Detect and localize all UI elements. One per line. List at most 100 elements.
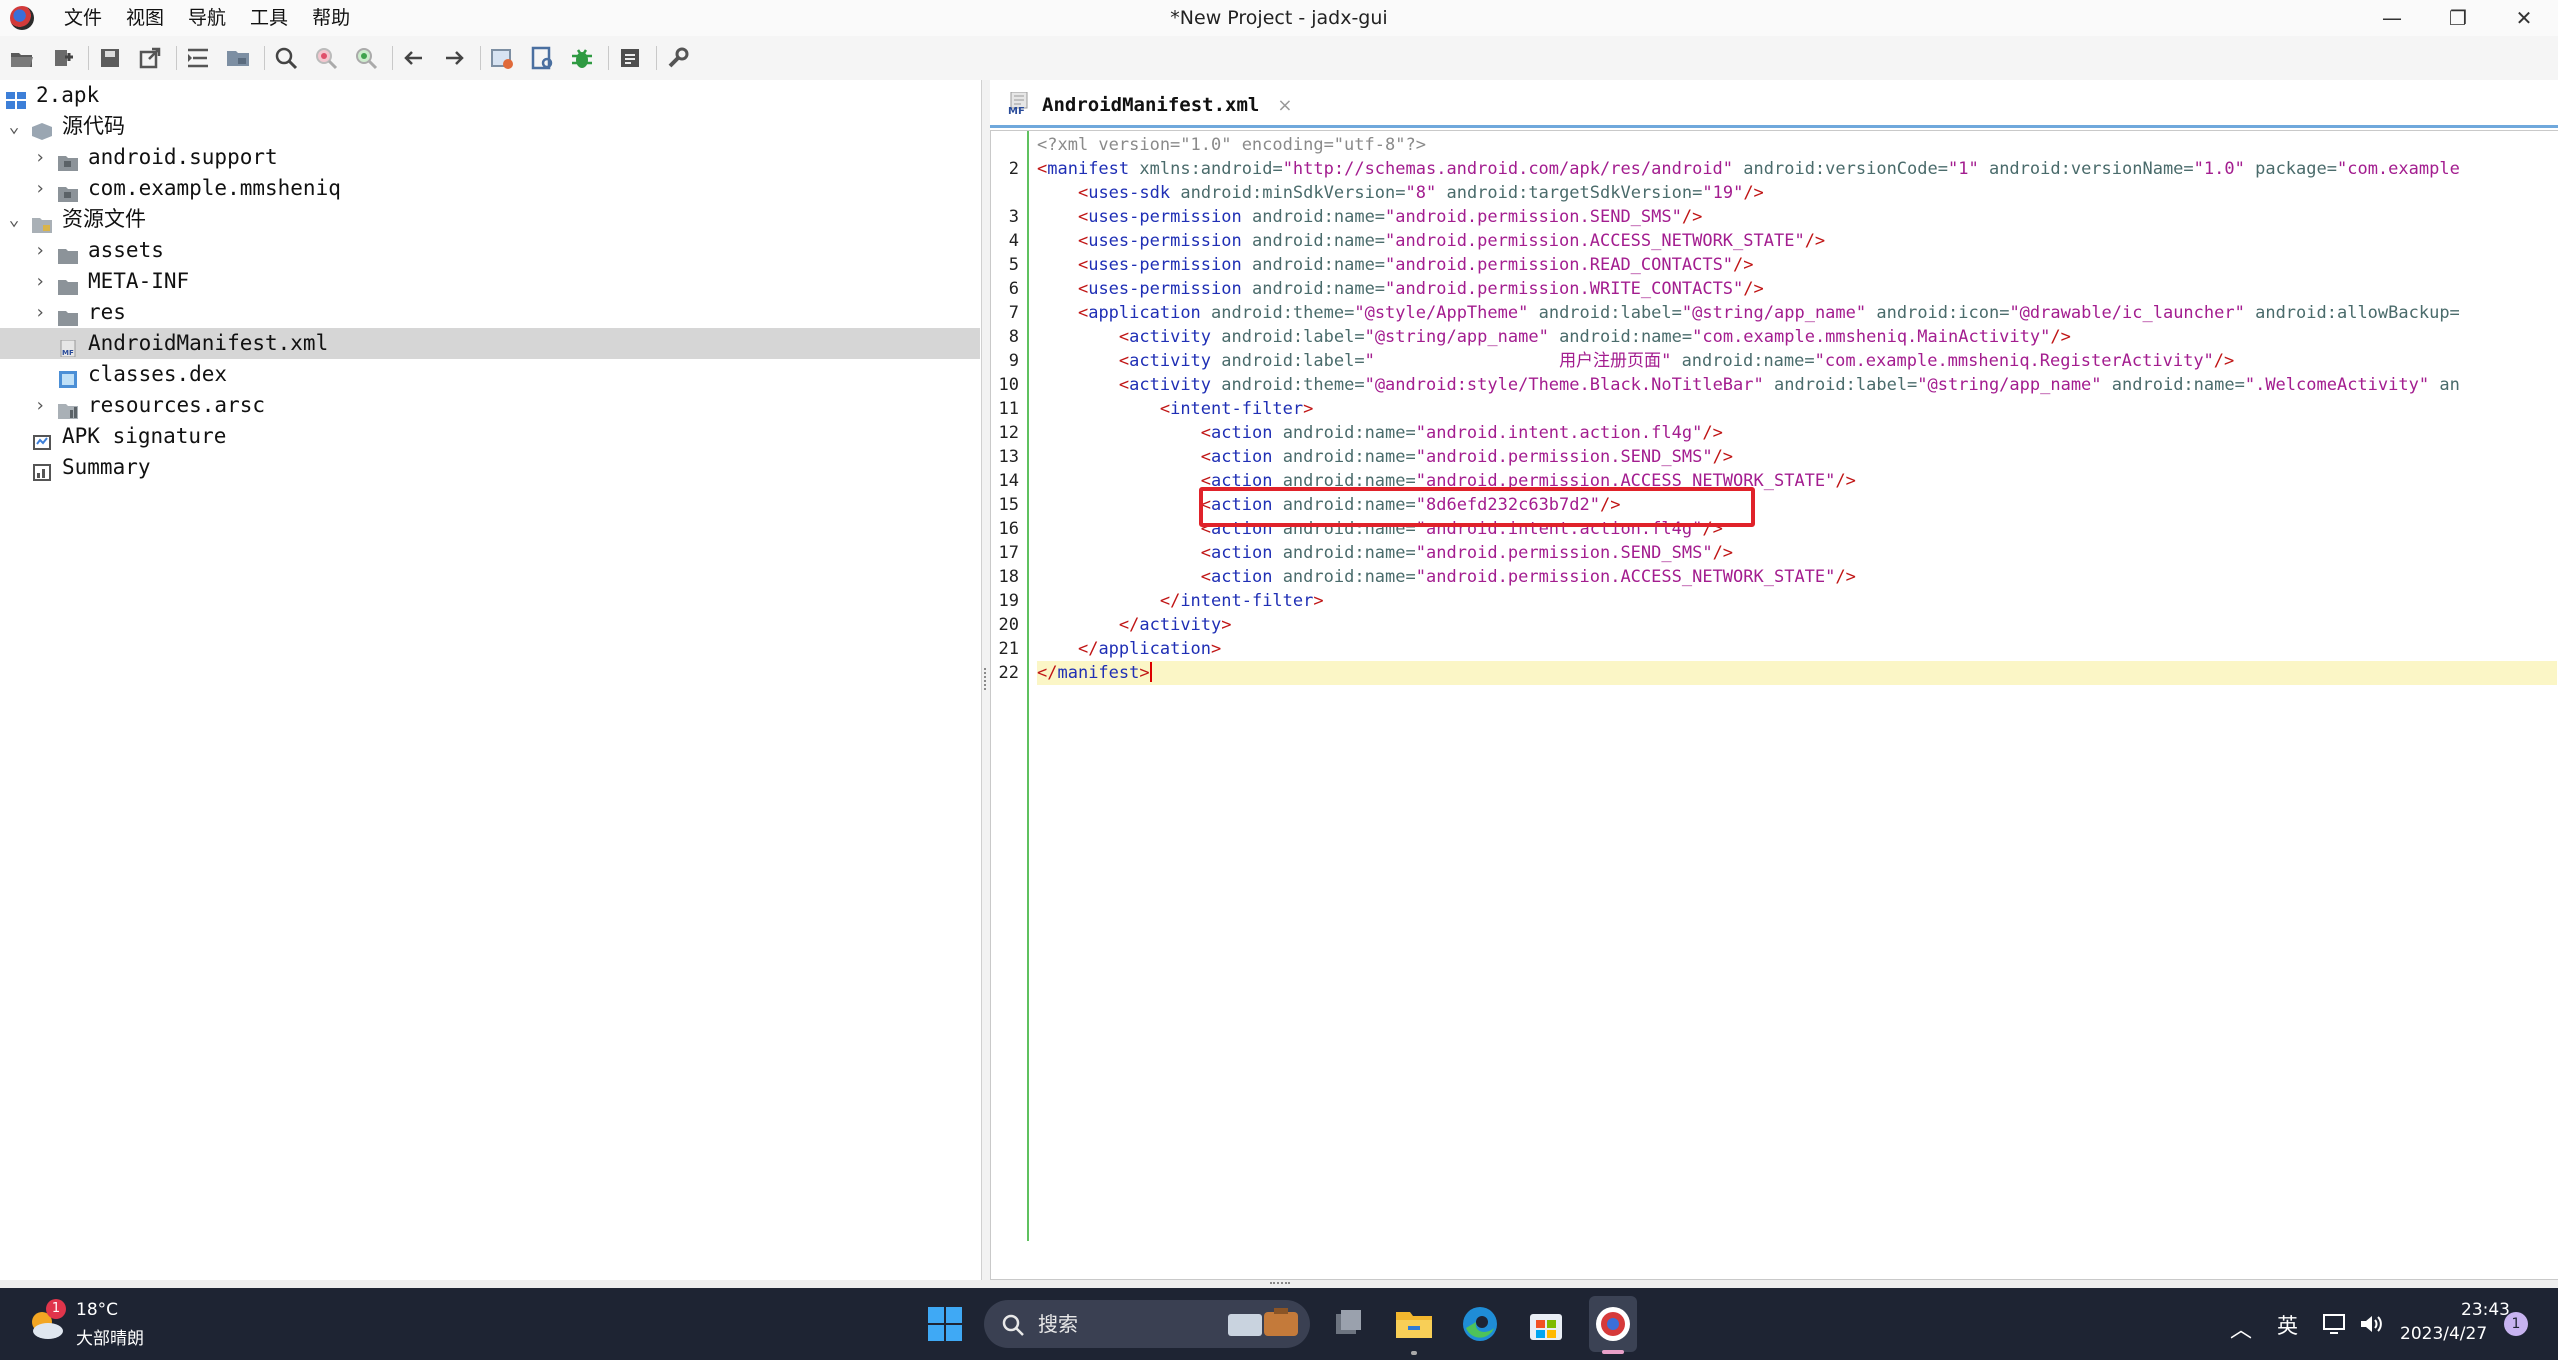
code-line: <activity android:label="@string/app_nam… bbox=[1118, 327, 2071, 347]
xml-value: "@drawable/ic_launcher" bbox=[2009, 303, 2245, 323]
tree-node-manifest[interactable]: MF AndroidManifest.xml bbox=[0, 328, 980, 359]
tree-node-folder[interactable]: › META-INF bbox=[0, 266, 980, 297]
xml-value: "android.permission.ACCESS_NETWORK_STATE… bbox=[1415, 471, 1836, 491]
search-usage-icon[interactable] bbox=[352, 44, 380, 72]
log-viewer-icon[interactable] bbox=[616, 44, 644, 72]
debugger-icon[interactable] bbox=[568, 44, 596, 72]
weather-badge: 1 bbox=[46, 1299, 66, 1319]
tree-label-package: com.example.mmsheniq bbox=[88, 176, 341, 200]
store-icon[interactable] bbox=[1526, 1304, 1566, 1344]
menu-view[interactable]: 视图 bbox=[114, 0, 176, 36]
xml-tag: action bbox=[1211, 567, 1273, 587]
menu-navigation[interactable]: 导航 bbox=[176, 0, 238, 36]
search-icon[interactable] bbox=[272, 44, 300, 72]
tree-node-signature[interactable]: APK signature bbox=[0, 421, 980, 452]
tree-node-source[interactable]: ⌄ 源代码 bbox=[0, 111, 980, 142]
decompile-all-icon[interactable] bbox=[488, 44, 516, 72]
code-editor[interactable]: 2 3 4 5 6 7 8 9 10 11 12 13 14 15 16 17 … bbox=[990, 130, 2558, 1329]
chevron-right-icon[interactable]: › bbox=[30, 266, 50, 297]
search-highlight-icon bbox=[1226, 1308, 1302, 1340]
clock-date[interactable]: 2023/4/27 bbox=[2400, 1324, 2487, 1344]
xml-value: "8" bbox=[1405, 183, 1437, 203]
xml-attr: android:label= bbox=[1538, 303, 1682, 323]
chevron-right-icon[interactable]: › bbox=[30, 390, 50, 421]
menu-file[interactable]: 文件 bbox=[52, 0, 114, 36]
line-number: 16 bbox=[998, 519, 1019, 539]
jadx-app-icon[interactable] bbox=[10, 6, 34, 30]
close-tab-icon[interactable]: × bbox=[1277, 95, 1292, 116]
weather-temperature[interactable]: 18°C bbox=[76, 1300, 118, 1320]
xml-attr: android:label= bbox=[1774, 375, 1918, 395]
export-icon[interactable] bbox=[136, 44, 164, 72]
open-file-icon[interactable] bbox=[8, 44, 36, 72]
close-window-button[interactable]: ✕ bbox=[2494, 0, 2554, 36]
minimize-button[interactable]: — bbox=[2362, 0, 2422, 36]
back-icon[interactable] bbox=[400, 44, 428, 72]
edge-browser-icon[interactable] bbox=[1460, 1304, 1500, 1344]
chevron-right-icon[interactable]: › bbox=[30, 173, 50, 204]
code-line: <action android:name="android.permission… bbox=[1200, 543, 1734, 563]
xml-tag: activity bbox=[1129, 351, 1212, 371]
xml-value: "android.intent.action.fl4g" bbox=[1415, 519, 1703, 539]
weather-description[interactable]: 大部晴朗 bbox=[76, 1324, 144, 1349]
save-icon[interactable] bbox=[96, 44, 124, 72]
tree-node-file[interactable]: classes.dex bbox=[0, 359, 980, 390]
xml-attr: an bbox=[2439, 375, 2460, 395]
start-menu-icon[interactable] bbox=[927, 1306, 963, 1342]
manifest-file-icon: MF bbox=[58, 335, 78, 358]
splitter-grip[interactable] bbox=[984, 668, 988, 690]
code-line: </application> bbox=[1077, 639, 1222, 659]
xml-tag: action bbox=[1211, 447, 1273, 467]
chevron-right-icon[interactable]: › bbox=[30, 142, 50, 173]
xml-value: "android.permission.SEND_SMS" bbox=[1415, 543, 1713, 563]
taskbar-search-placeholder: 搜索 bbox=[1038, 1312, 1078, 1336]
tree-node-apk[interactable]: 2.apk bbox=[0, 80, 980, 111]
notification-badge[interactable]: 1 bbox=[2504, 1312, 2528, 1336]
menu-help[interactable]: 帮助 bbox=[300, 0, 362, 36]
xml-attr: android:name= bbox=[1282, 423, 1416, 443]
tree-node-package[interactable]: › android.support bbox=[0, 142, 980, 173]
xml-value: "1" bbox=[1947, 159, 1979, 179]
tab-androidmanifest[interactable]: MF AndroidManifest.xml × bbox=[1008, 86, 1292, 124]
chevron-down-icon[interactable]: ⌄ bbox=[4, 111, 24, 142]
xml-attr: android:label= bbox=[1221, 351, 1365, 371]
chevron-up-icon[interactable]: ︿ bbox=[2230, 1312, 2252, 1344]
title-bar: 文件 视图 导航 工具 帮助 *New Project - jadx-gui —… bbox=[0, 0, 2558, 36]
flatten-packages-icon[interactable] bbox=[224, 44, 252, 72]
input-method-indicator[interactable]: 英 bbox=[2277, 1310, 2298, 1340]
chevron-right-icon[interactable]: › bbox=[30, 235, 50, 266]
active-app-indicator bbox=[1602, 1350, 1624, 1354]
apk-icon bbox=[6, 87, 26, 109]
project-tree: 2.apk ⌄ 源代码 › android.support › com.exam… bbox=[0, 80, 982, 1280]
tree-node-summary[interactable]: Summary bbox=[0, 452, 980, 483]
tree-node-file[interactable]: › resources.arsc bbox=[0, 390, 980, 421]
search-class-icon[interactable] bbox=[312, 44, 340, 72]
task-view-icon[interactable] bbox=[1328, 1304, 1368, 1344]
tree-node-package[interactable]: › com.example.mmsheniq bbox=[0, 173, 980, 204]
code-content[interactable]: <?xml version="1.0" encoding="utf-8"?> <… bbox=[1037, 131, 2557, 1241]
chevron-down-icon[interactable]: ⌄ bbox=[4, 204, 24, 235]
tree-node-folder[interactable]: › assets bbox=[0, 235, 980, 266]
tree-node-resources[interactable]: ⌄ 资源文件 bbox=[0, 204, 980, 235]
add-files-icon[interactable] bbox=[48, 44, 76, 72]
network-icon[interactable] bbox=[2322, 1312, 2348, 1336]
xml-tag: action bbox=[1211, 423, 1273, 443]
preferences-icon[interactable] bbox=[664, 44, 692, 72]
clock-time[interactable]: 23:43 bbox=[2420, 1300, 2510, 1320]
xml-value: "android.permission.SEND_SMS" bbox=[1415, 447, 1713, 467]
xml-tag: uses-permission bbox=[1088, 207, 1242, 227]
code-line: <uses-permission android:name="android.p… bbox=[1077, 255, 1754, 275]
forward-icon[interactable] bbox=[440, 44, 468, 72]
chevron-right-icon[interactable]: › bbox=[30, 297, 50, 328]
tree-node-folder[interactable]: › res bbox=[0, 297, 980, 328]
deobfuscation-icon[interactable] bbox=[528, 44, 556, 72]
restore-button[interactable]: ❐ bbox=[2428, 0, 2488, 36]
jadx-taskbar-icon[interactable] bbox=[1593, 1304, 1633, 1344]
sync-tree-icon[interactable] bbox=[184, 44, 212, 72]
file-explorer-icon[interactable] bbox=[1394, 1304, 1434, 1344]
menu-tools[interactable]: 工具 bbox=[238, 0, 300, 36]
resize-grip[interactable] bbox=[1270, 1282, 1290, 1286]
xml-value: "@style/AppTheme" bbox=[1354, 303, 1529, 323]
line-number: 22 bbox=[998, 663, 1019, 683]
volume-icon[interactable] bbox=[2358, 1312, 2384, 1336]
